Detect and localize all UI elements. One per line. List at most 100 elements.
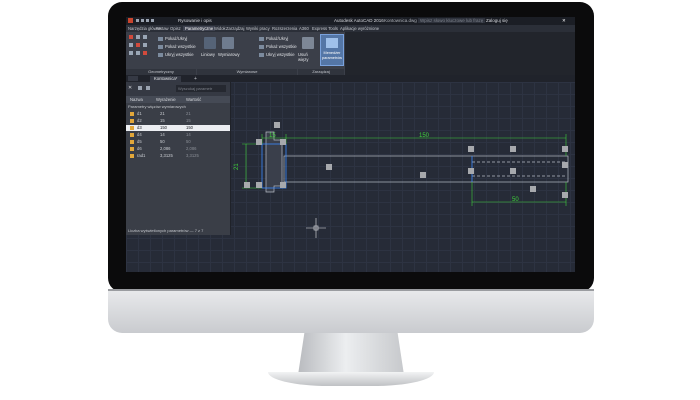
workspace-selector[interactable]: Rysowanie i opis — [178, 18, 212, 23]
start-tab-icon[interactable] — [128, 76, 138, 81]
app-menu-icon[interactable] — [128, 18, 133, 23]
aligned-dimension-icon[interactable] — [222, 37, 234, 49]
new-group-icon[interactable] — [146, 86, 150, 90]
geom-show-hide-button[interactable]: Pokaż/Ukryj — [158, 36, 187, 41]
aligned-button-label[interactable]: Wymiarowy — [218, 52, 240, 57]
parameter-group-label[interactable]: Parametry więzów wymiarowych — [128, 104, 186, 109]
tab-output[interactable]: Wyniki pracy — [246, 26, 270, 31]
parameter-icon — [130, 133, 134, 137]
parameter-search-input[interactable]: Wyszukaj parametr — [176, 85, 226, 92]
palette-toolbar: ✕ Wyszukaj parametr — [126, 82, 230, 96]
parameter-row[interactable]: d6 2,086 2,086 — [126, 146, 230, 152]
grip — [562, 162, 568, 168]
parameters-manager-palette: ✕ Wyszukaj parametr Nazwa Wyrażenie Wart… — [126, 82, 231, 235]
tab-manage[interactable]: Zarządzaj — [226, 26, 244, 31]
dim-label-21: 21 — [234, 163, 240, 170]
dim-label-15: 15 — [269, 133, 276, 139]
search-input[interactable]: Wpisz słowo kluczowe lub frazę — [418, 18, 486, 23]
parameter-icon — [130, 154, 134, 158]
print-icon[interactable] — [151, 19, 154, 22]
grip — [280, 139, 286, 145]
file-title: Kontownica.dwg — [384, 18, 417, 23]
tab-express-tools[interactable]: Express Tools — [312, 26, 338, 31]
app-title: Autodesk AutoCAD 2016 — [334, 18, 384, 23]
parameter-icon — [130, 126, 134, 130]
coincident-icon[interactable] — [129, 35, 133, 39]
parallel-icon[interactable] — [129, 43, 133, 47]
grip — [468, 168, 474, 174]
parameter-row[interactable]: d4 14 14 — [126, 132, 230, 138]
new-parameter-icon[interactable] — [138, 86, 142, 90]
new-file-icon[interactable] — [136, 19, 139, 22]
grip — [244, 182, 250, 188]
parameter-icon — [130, 147, 134, 151]
dim-label-50: 50 — [512, 197, 519, 203]
grip — [562, 146, 568, 152]
grip — [468, 146, 474, 152]
file-tabs: Kontownica* + — [126, 75, 575, 82]
save-icon[interactable] — [146, 19, 149, 22]
monitor-stand — [298, 333, 404, 375]
crosshair-cursor — [306, 218, 326, 238]
equal-icon[interactable] — [143, 51, 147, 55]
tab-parametric[interactable]: Parametryczne — [183, 26, 216, 31]
vertical-icon[interactable] — [129, 51, 133, 55]
tangent-icon[interactable] — [136, 51, 140, 55]
monitor-chin — [108, 289, 594, 333]
grip — [274, 122, 280, 128]
grip — [530, 186, 536, 192]
column-expression[interactable]: Wyrażenie — [156, 97, 176, 102]
tab-a360[interactable]: A360 — [299, 26, 309, 31]
parameter-icon — [130, 140, 134, 144]
parameter-row[interactable]: d5 50 50 — [126, 139, 230, 145]
grip — [510, 146, 516, 152]
grip — [562, 192, 568, 198]
dim-show-hide-button[interactable]: Pokaż/Ukryj — [259, 36, 288, 41]
tab-addins[interactable]: Rozszerzenia — [272, 26, 297, 31]
autocad-screen: Rysowanie i opis Autodesk AutoCAD 2016 K… — [126, 17, 575, 272]
concentric-icon[interactable] — [143, 35, 147, 39]
tab-featured-apps[interactable]: Aplikacje wyróżnione — [340, 26, 379, 31]
geom-show-all-button[interactable]: Pokaż wszystkie — [158, 44, 196, 49]
close-icon[interactable]: ✕ — [128, 85, 132, 91]
geometric-constraint-icons[interactable] — [129, 35, 155, 65]
perpendicular-icon[interactable] — [136, 43, 140, 47]
parameter-row[interactable]: d2 15 15 — [126, 118, 230, 124]
linear-button-label[interactable]: Liniowy — [201, 52, 215, 57]
dim-show-all-button[interactable]: Pokaż wszystkie — [259, 44, 297, 49]
part-left-bracket — [265, 131, 283, 193]
tab-view[interactable]: Widok — [214, 26, 226, 31]
signin-button[interactable]: Zaloguj się — [486, 18, 508, 23]
dim-hide-all-button[interactable]: Ukryj wszystkie — [259, 52, 295, 57]
column-value[interactable]: Wartość — [186, 97, 201, 102]
hide-all-icon — [158, 52, 163, 57]
grip — [256, 139, 262, 145]
show-all-icon — [259, 44, 264, 49]
collinear-icon[interactable] — [136, 35, 140, 39]
dim-label-150: 150 — [419, 133, 430, 139]
ribbon-tabs: Narzędzia główne Wstaw Opisz Parametrycz… — [126, 25, 575, 32]
column-name[interactable]: Nazwa — [130, 97, 143, 102]
geom-hide-all-button[interactable]: Ukryj wszystkie — [158, 52, 194, 57]
fx-icon — [326, 38, 338, 48]
close-icon[interactable]: ✕ — [562, 18, 566, 24]
delete-constraints-label[interactable]: Usuń więzy — [298, 52, 318, 62]
hide-all-icon — [259, 52, 264, 57]
linear-dimension-icon[interactable] — [204, 37, 216, 49]
grip — [420, 172, 426, 178]
open-file-icon[interactable] — [141, 19, 144, 22]
grip — [280, 182, 286, 188]
parameter-row[interactable]: d1 21 21 — [126, 111, 230, 117]
delete-constraints-icon[interactable] — [302, 37, 314, 49]
show-hide-icon — [158, 36, 163, 41]
parameter-row[interactable]: rad1 3,3125 3,3125 — [126, 153, 230, 159]
parameter-row-selected[interactable]: d3 150 150 — [126, 125, 230, 131]
parameter-icon — [130, 112, 134, 116]
tab-annotate[interactable]: Opisz — [170, 26, 181, 31]
quick-access-toolbar[interactable] — [128, 18, 168, 23]
parameters-manager-button[interactable]: Menedżer parametrów — [320, 34, 344, 66]
tab-insert[interactable]: Wstaw — [156, 26, 169, 31]
horizontal-icon[interactable] — [143, 43, 147, 47]
parameters-manager-label: Menedżer parametrów — [322, 51, 343, 60]
grip — [256, 182, 262, 188]
